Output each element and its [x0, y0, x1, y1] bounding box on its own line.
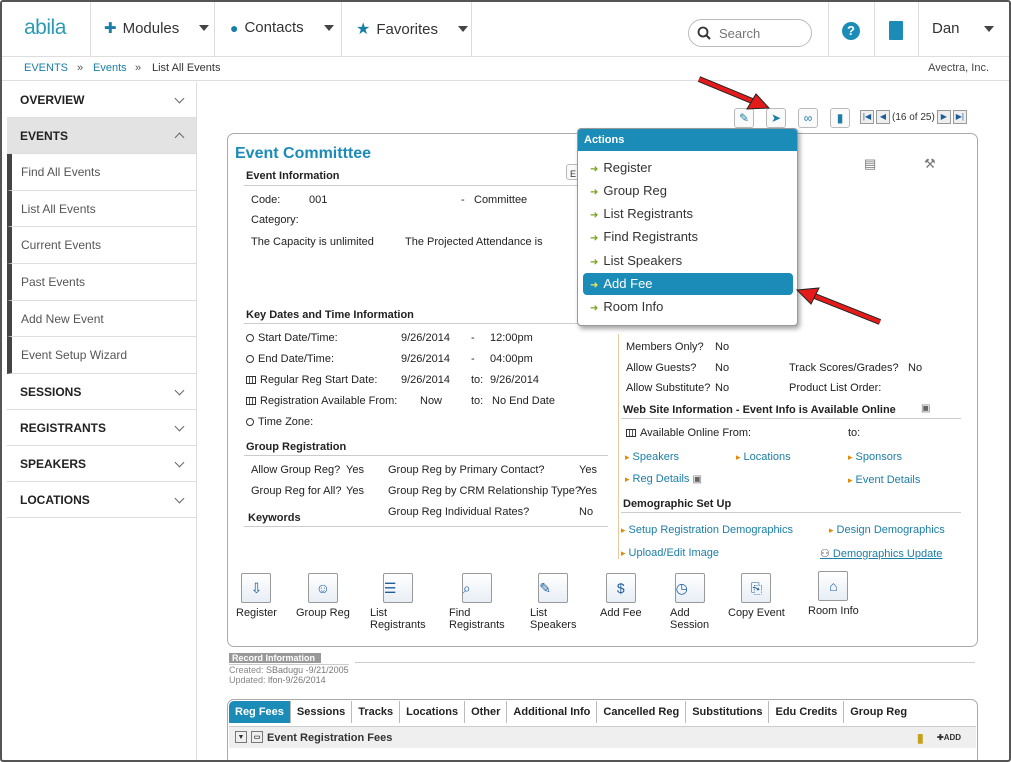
app-window: abila ✚ Modules ● Contacts ★ Favorites ?… — [0, 0, 1011, 762]
annotation-arrow-bottom — [795, 287, 882, 325]
annotation-arrow-top — [697, 76, 771, 110]
annotation-arrows — [697, 76, 882, 325]
